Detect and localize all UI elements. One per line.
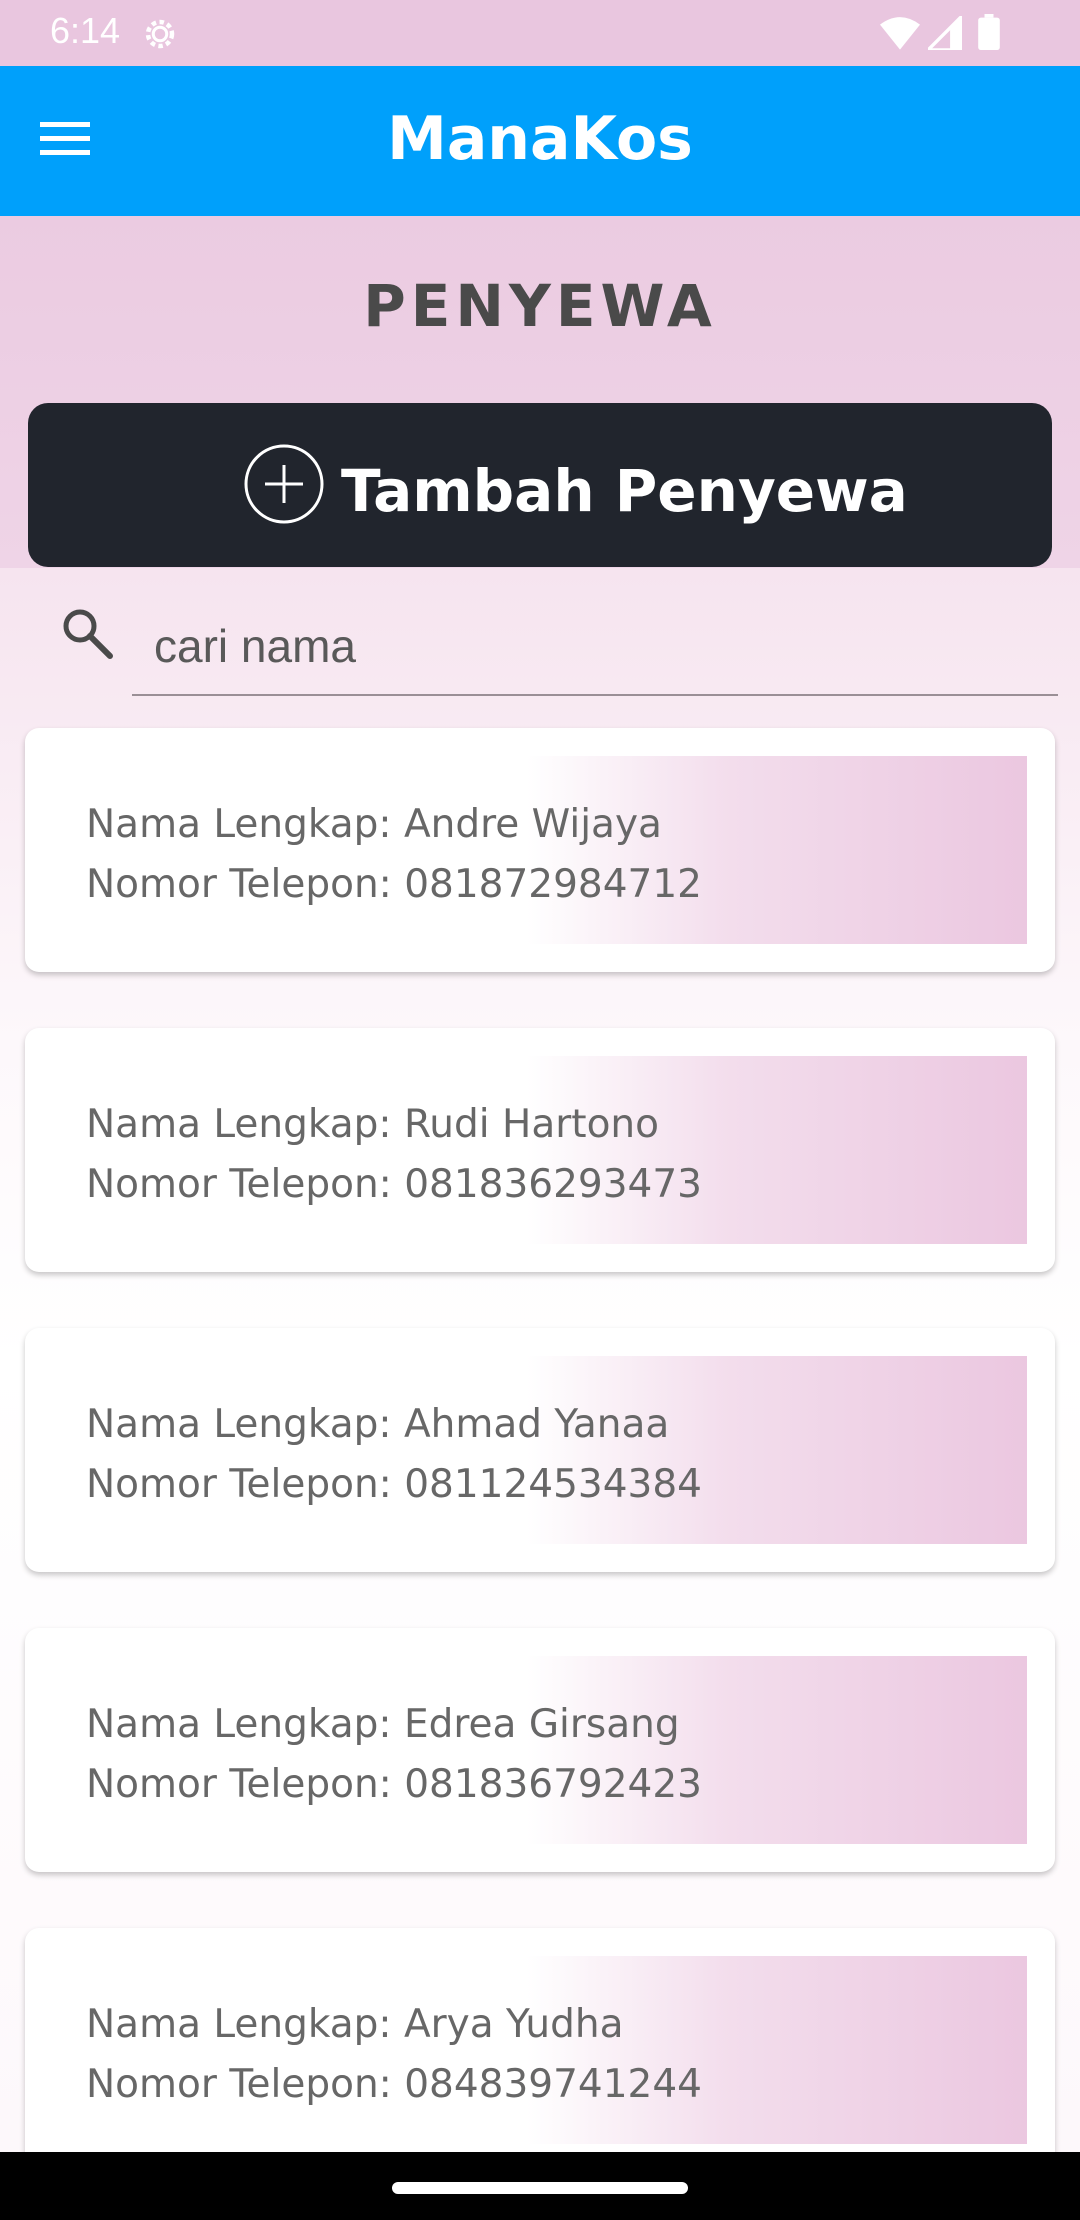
battery-icon — [978, 14, 1000, 50]
tenant-name: Nama Lengkap: Ahmad Yanaa — [86, 1402, 670, 1447]
settings-gear-icon — [145, 19, 175, 49]
search-input[interactable] — [132, 598, 1058, 696]
app-title: ManaKos — [387, 104, 693, 174]
signal-icon — [928, 16, 962, 50]
tenant-card[interactable]: Nama Lengkap: Rudi Hartono Nomor Telepon… — [25, 1028, 1055, 1272]
tenant-card[interactable]: Nama Lengkap: Ahmad Yanaa Nomor Telepon:… — [25, 1328, 1055, 1572]
tenant-phone: Nomor Telepon: 081836792423 — [86, 1762, 702, 1807]
tenant-name: Nama Lengkap: Arya Yudha — [86, 2002, 624, 2047]
tenant-name: Nama Lengkap: Andre Wijaya — [86, 802, 662, 847]
wifi-icon — [880, 17, 920, 50]
status-time: 6:14 — [50, 10, 121, 51]
tenant-card[interactable]: Nama Lengkap: Arya Yudha Nomor Telepon: … — [25, 1928, 1055, 2172]
card-accent — [527, 1056, 1027, 1244]
home-gesture-handle[interactable] — [392, 2182, 688, 2194]
status-bar: 6:14 — [0, 0, 1080, 66]
tenant-phone: Nomor Telepon: 081124534384 — [86, 1462, 702, 1507]
tenant-card[interactable]: Nama Lengkap: Edrea Girsang Nomor Telepo… — [25, 1628, 1055, 1872]
card-accent — [527, 756, 1027, 944]
add-tenant-button[interactable]: Tambah Penyewa — [28, 403, 1052, 567]
system-nav-bar — [0, 2152, 1080, 2220]
tenant-phone: Nomor Telepon: 084839741244 — [86, 2062, 702, 2107]
tenant-name: Nama Lengkap: Rudi Hartono — [86, 1102, 660, 1147]
card-accent — [527, 1656, 1027, 1844]
app-bar: ManaKos — [0, 66, 1080, 216]
tenant-phone: Nomor Telepon: 081836293473 — [86, 1162, 702, 1207]
page-title: PENYEWA — [363, 272, 717, 340]
plus-circle-icon — [244, 444, 324, 524]
card-accent — [527, 1356, 1027, 1544]
tenant-phone: Nomor Telepon: 081872984712 — [86, 862, 702, 907]
tenant-card[interactable]: Nama Lengkap: Andre Wijaya Nomor Telepon… — [25, 728, 1055, 972]
add-tenant-label: Tambah Penyewa — [341, 457, 908, 525]
tenant-name: Nama Lengkap: Edrea Girsang — [86, 1702, 680, 1747]
search-icon — [63, 609, 113, 659]
card-accent — [527, 1956, 1027, 2144]
